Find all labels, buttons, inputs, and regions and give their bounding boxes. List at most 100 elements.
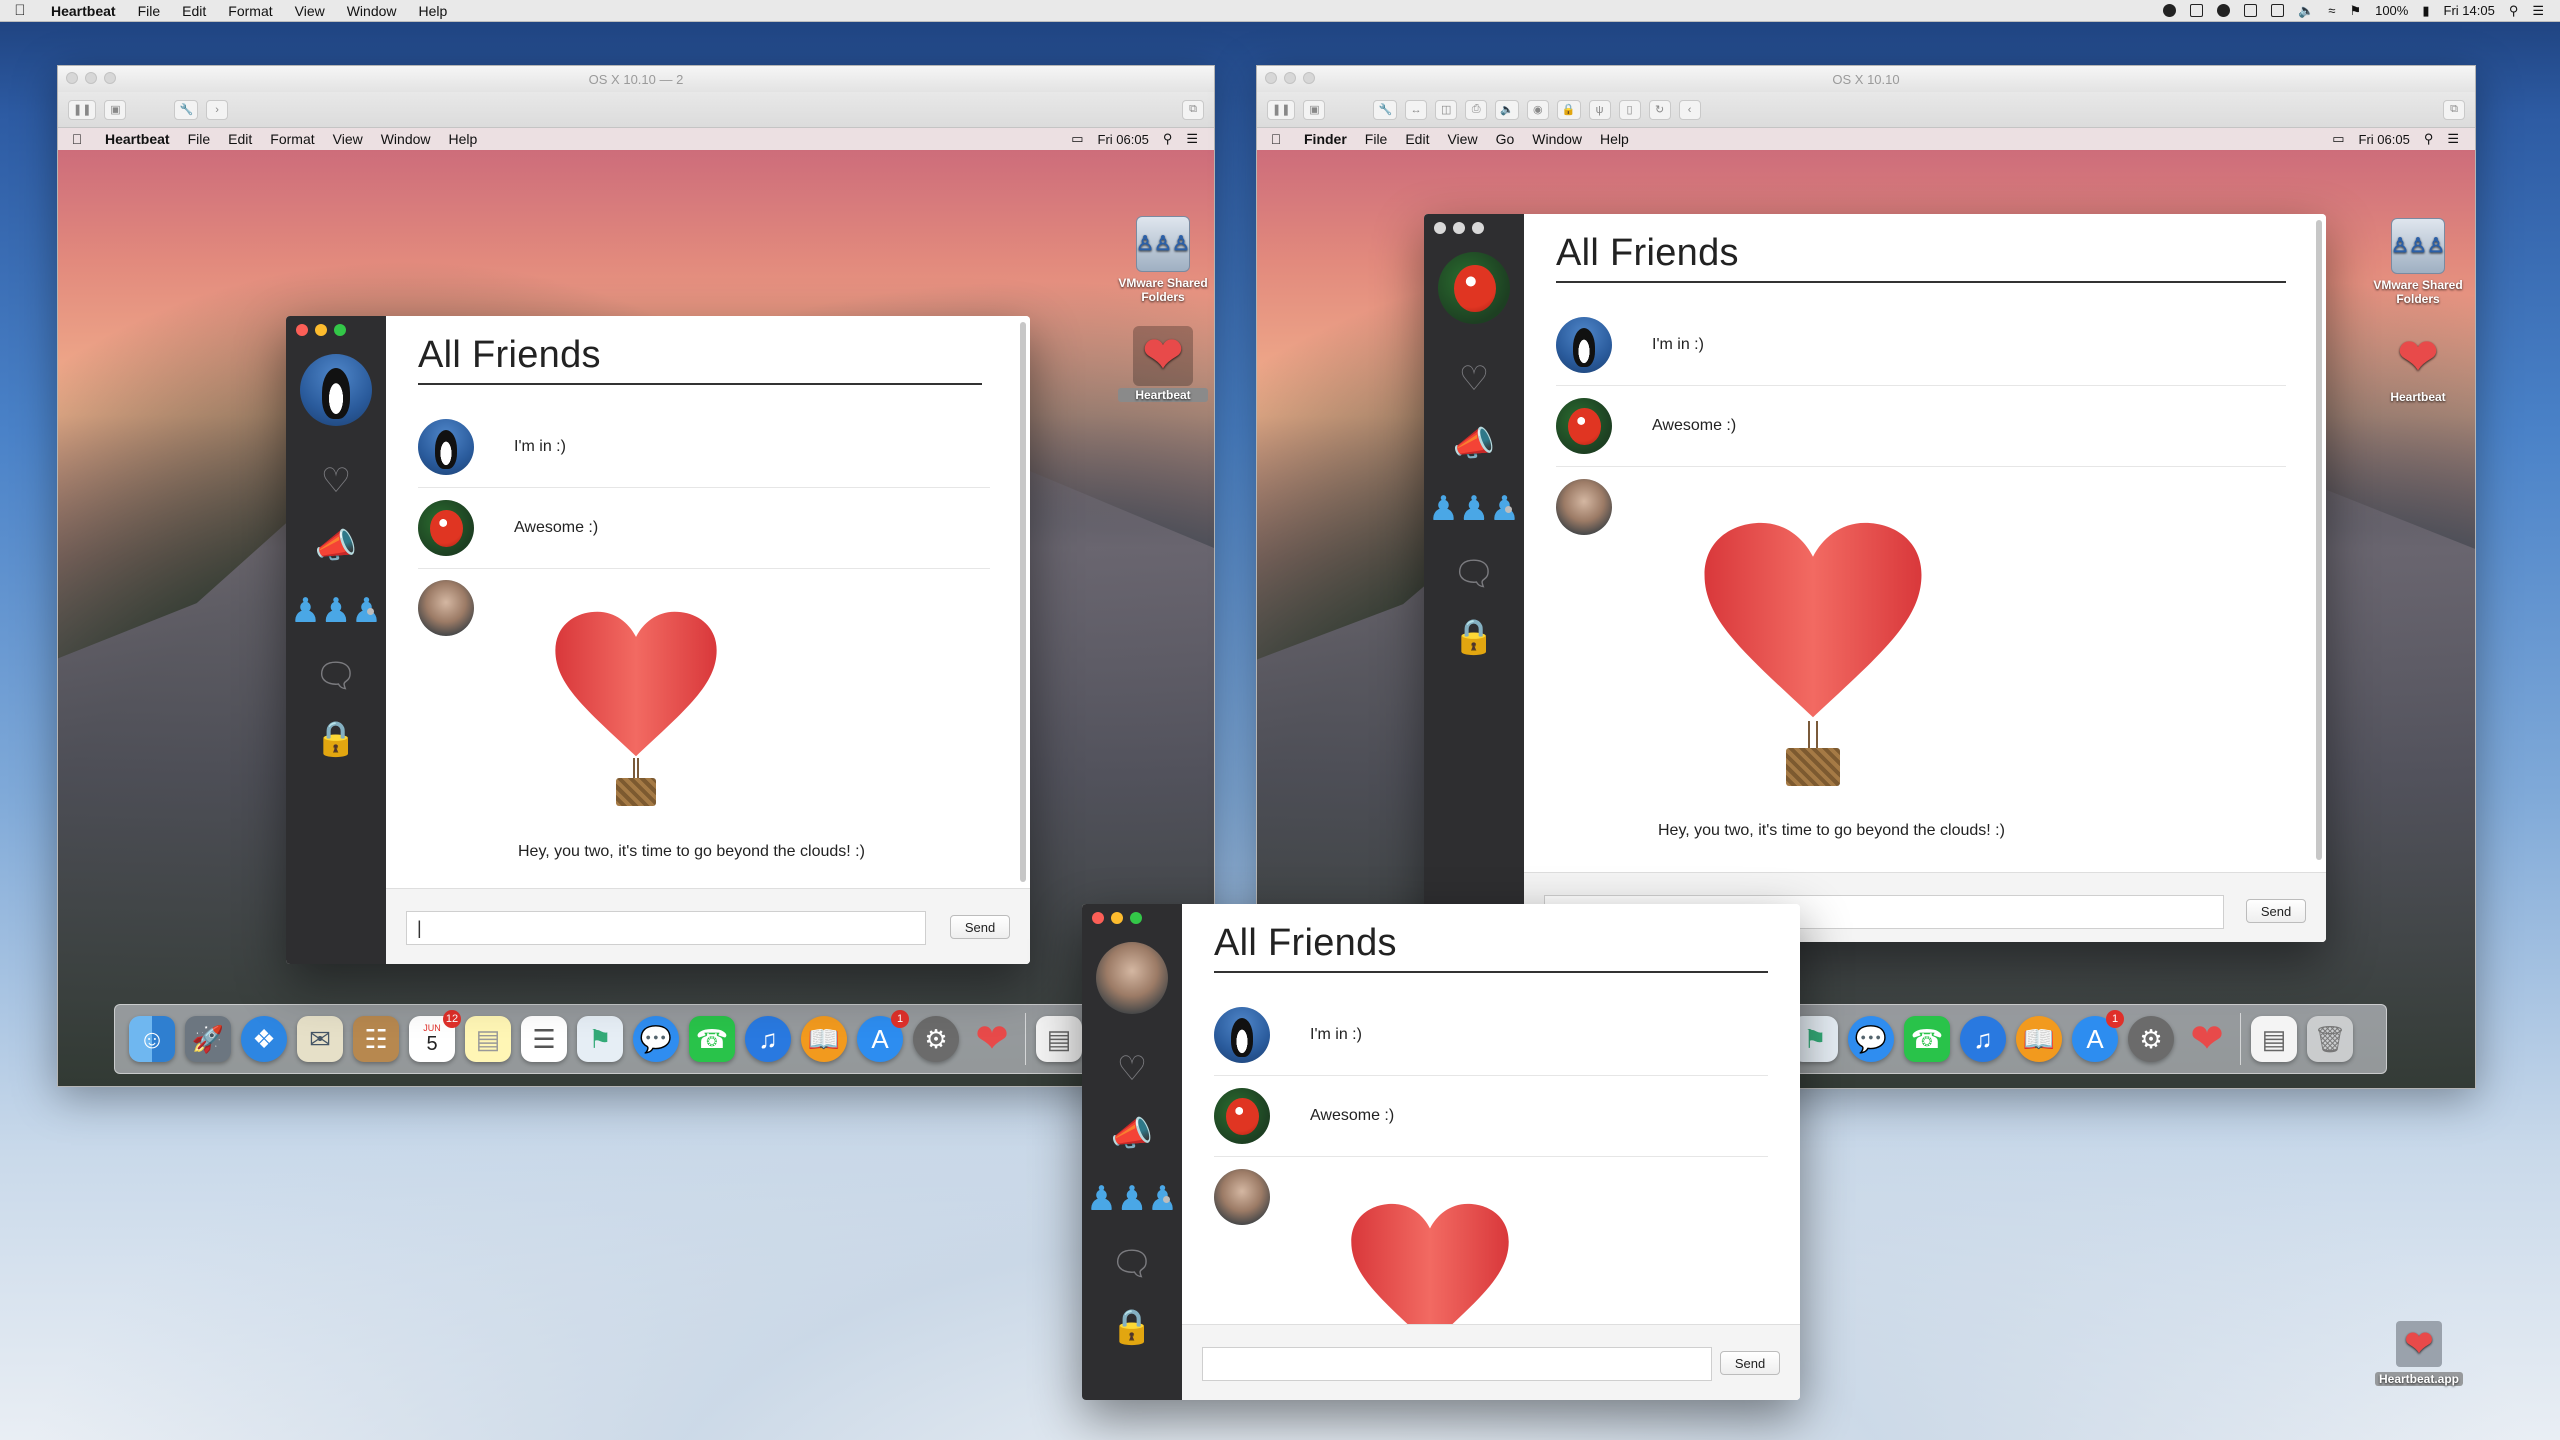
minimize-button[interactable]	[1111, 912, 1123, 924]
close-button[interactable]	[296, 324, 308, 336]
spotlight-icon[interactable]: ⚲	[2509, 3, 2519, 19]
settings-wrench-icon[interactable]: 🔧	[174, 99, 199, 120]
guest-right-app-menu[interactable]: Finder	[1295, 131, 1356, 147]
display-icon[interactable]: ▭	[1071, 131, 1083, 147]
lock-nav-icon[interactable]: 🔒	[286, 714, 386, 764]
guest-apple-icon[interactable]: 	[58, 131, 96, 147]
apple-menu-icon[interactable]: 	[0, 2, 40, 19]
guest-right-menu-go[interactable]: Go	[1487, 131, 1524, 147]
network-arrows-icon[interactable]: ↔	[1405, 99, 1428, 120]
friend-avatar-man[interactable]	[1556, 479, 1612, 535]
scrollbar[interactable]	[1020, 322, 1026, 882]
host-app-menu[interactable]: Heartbeat	[40, 3, 127, 19]
lock-nav-icon[interactable]: 🔒	[1424, 612, 1524, 662]
close-button[interactable]	[1092, 912, 1104, 924]
message-input[interactable]: |	[406, 911, 926, 945]
battery-percent[interactable]: 100%	[2375, 3, 2408, 18]
document-icon[interactable]: ▤	[1036, 1016, 1082, 1062]
sync-icon[interactable]: ↻	[1648, 99, 1671, 120]
guest-right-menu-edit[interactable]: Edit	[1396, 131, 1438, 147]
send-button[interactable]: Send	[950, 915, 1010, 939]
app-store-icon[interactable]: A1	[2072, 1010, 2124, 1062]
snapshot-icon[interactable]: ▣	[104, 99, 127, 120]
friend-avatar-penguin[interactable]	[1556, 317, 1612, 373]
host-menu-file[interactable]: File	[127, 3, 172, 19]
guest-left-app-menu[interactable]: Heartbeat	[96, 131, 179, 147]
guest-right-menu-help[interactable]: Help	[1591, 131, 1638, 147]
vm-right-minimize[interactable]	[1284, 72, 1296, 84]
hard-disk-icon[interactable]: ◫	[1435, 99, 1458, 120]
friend-avatar-man[interactable]	[1214, 1169, 1270, 1225]
fullscreen-icon[interactable]: ⧉	[2443, 99, 2465, 120]
vm-left-titlebar[interactable]: OS X 10.10 — 2	[58, 66, 1214, 92]
host-clock[interactable]: Fri 14:05	[2444, 3, 2495, 18]
vm-right-titlebar[interactable]: OS X 10.10	[1257, 66, 2475, 92]
close-button[interactable]	[1434, 222, 1446, 234]
guest-left-menu-format[interactable]: Format	[261, 131, 323, 147]
guest-right-clock[interactable]: Fri 06:05	[2359, 132, 2410, 147]
friend-avatar-parrot[interactable]	[1214, 1088, 1270, 1144]
megaphone-nav-icon[interactable]: 📣	[286, 521, 386, 571]
guest-left-menu-file[interactable]: File	[179, 131, 220, 147]
vmware-shared-folders-icon[interactable]: ♙♙♙ VMware Shared Folders	[2373, 216, 2463, 306]
friend-avatar-penguin[interactable]	[1214, 1007, 1270, 1063]
heartbeat-desktop-icon[interactable]: ❤ Heartbeat	[1118, 326, 1208, 402]
user-avatar[interactable]	[300, 354, 372, 426]
send-button[interactable]: Send	[2246, 899, 2306, 923]
vmware-shared-folders-icon[interactable]: ♙♙♙ VMware Shared Folders	[1118, 214, 1208, 304]
friend-avatar-parrot[interactable]	[418, 500, 474, 556]
friends-nav-icon[interactable]: ♟♟♟	[1424, 484, 1524, 534]
search-icon[interactable]: ⚲	[2424, 131, 2434, 147]
phone-icon[interactable]: ▯	[1618, 99, 1641, 120]
status-display-icon[interactable]	[2244, 4, 2258, 17]
lock-nav-icon[interactable]: 🔒	[1082, 1302, 1182, 1352]
chat-nav-icon[interactable]: 🗨	[1082, 1239, 1182, 1289]
chevron-right-icon[interactable]: ›	[206, 99, 229, 120]
facetime-icon[interactable]: ☎	[689, 1016, 735, 1062]
friend-avatar-penguin[interactable]	[418, 419, 474, 475]
guest-left-clock[interactable]: Fri 06:05	[1098, 132, 1149, 147]
host-menu-help[interactable]: Help	[408, 3, 459, 19]
safari-icon[interactable]: ❖	[241, 1016, 287, 1062]
camera-icon[interactable]: ◉	[1526, 99, 1549, 120]
list-icon[interactable]: ☰	[2447, 131, 2459, 147]
user-avatar[interactable]	[1096, 942, 1168, 1014]
itunes-icon[interactable]: ♫	[745, 1016, 791, 1062]
vm-right-zoom[interactable]	[1303, 72, 1315, 84]
printer-icon[interactable]: ⎙	[1465, 99, 1488, 120]
messages-icon[interactable]: 💬	[1848, 1016, 1894, 1062]
sound-icon[interactable]: 🔈	[1495, 99, 1519, 120]
minimize-button[interactable]	[315, 324, 327, 336]
itunes-icon[interactable]: ♫	[1960, 1016, 2006, 1062]
heart-balloon-nav-icon[interactable]: ♡	[1424, 354, 1524, 404]
usb-icon[interactable]: ψ	[1588, 99, 1611, 120]
volume-icon[interactable]: 🔈	[2298, 3, 2314, 19]
user-avatar[interactable]	[1438, 252, 1510, 324]
contacts-icon[interactable]: ☷	[353, 1016, 399, 1062]
lock-icon[interactable]: 🔒	[1556, 99, 1581, 120]
friend-avatar-man[interactable]	[418, 580, 474, 636]
wifi-icon[interactable]: ≈	[2328, 3, 2335, 18]
vm-left-minimize[interactable]	[85, 72, 97, 84]
notification-center-icon[interactable]: ☰	[2532, 3, 2544, 19]
vm-left-zoom[interactable]	[104, 72, 116, 84]
pause-icon[interactable]: ❚❚	[68, 99, 97, 120]
scrollbar[interactable]	[2316, 220, 2322, 860]
heartbeat-dock-icon[interactable]: ❤	[969, 1016, 1015, 1062]
friend-avatar-parrot[interactable]	[1556, 398, 1612, 454]
zoom-button[interactable]	[1472, 222, 1484, 234]
zoom-button[interactable]	[1130, 912, 1142, 924]
heart-balloon-nav-icon[interactable]: ♡	[286, 456, 386, 506]
finder-icon[interactable]: ☺	[129, 1016, 175, 1062]
host-menu-format[interactable]: Format	[217, 3, 283, 19]
guest-left-menu-window[interactable]: Window	[372, 131, 440, 147]
messages-icon[interactable]: 💬	[633, 1016, 679, 1062]
heartbeat-dock-icon[interactable]: ❤	[2184, 1016, 2230, 1062]
heartbeat-desktop-icon[interactable]: ❤ Heartbeat	[2373, 328, 2463, 405]
status-sync-icon[interactable]	[2217, 4, 2231, 17]
friends-nav-icon[interactable]: ♟♟♟	[1082, 1174, 1182, 1224]
guest-left-menu-view[interactable]: View	[324, 131, 372, 147]
chat-nav-icon[interactable]: 🗨	[1424, 549, 1524, 599]
reminders-icon[interactable]: ☰	[521, 1016, 567, 1062]
guest-right-menu-window[interactable]: Window	[1523, 131, 1591, 147]
